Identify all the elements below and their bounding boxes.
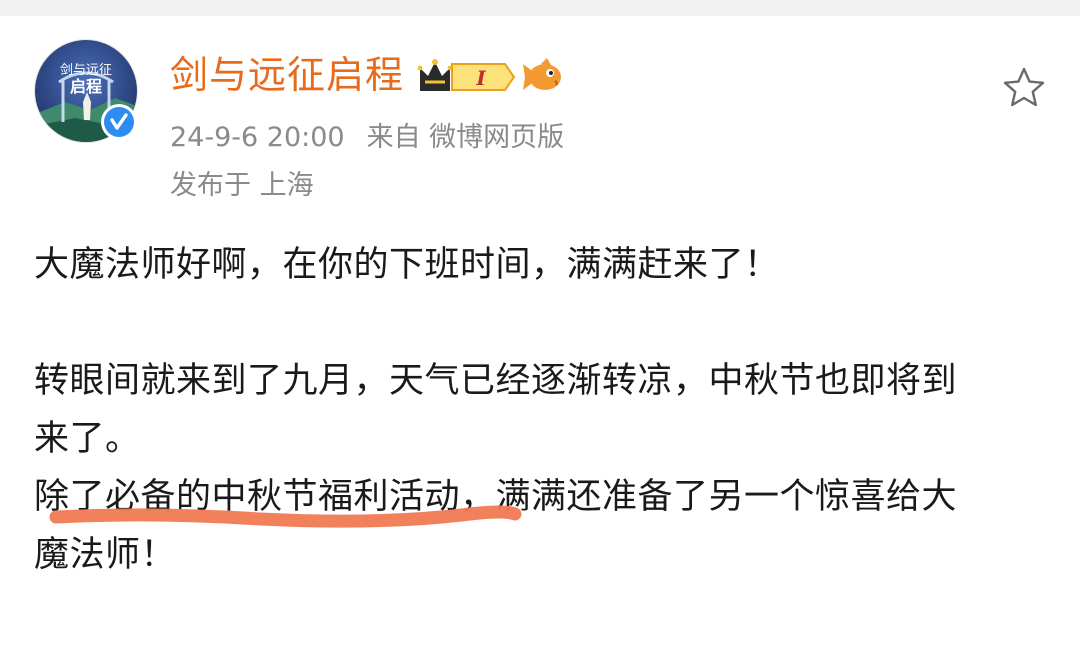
- user-badges: I: [417, 56, 567, 96]
- level-number: I: [475, 66, 486, 90]
- post-meta: 24-9-6 20:00 来自 微博网页版: [170, 120, 564, 156]
- verified-check-icon: [101, 104, 137, 140]
- crown-icon: [417, 59, 453, 91]
- post-date[interactable]: 24-9-6 20:00: [170, 122, 345, 153]
- post-source: 来自 微博网页版: [366, 122, 565, 153]
- star-outline-icon[interactable]: [1002, 66, 1046, 110]
- post-content: 大魔法师好啊，在你的下班时间，满满赶来了！ 转眼间就来到了九月，天气已经逐渐转凉…: [34, 236, 1054, 584]
- top-strip: [0, 0, 1080, 16]
- username[interactable]: 剑与远征启程: [170, 50, 404, 100]
- post-location: 发布于 上海: [170, 170, 314, 201]
- content-line: 大魔法师好啊，在你的下班时间，满满赶来了！: [34, 245, 780, 285]
- content-line: 除了必备的中秋节福利活动，满满还准备了另一个惊喜给大: [34, 477, 958, 517]
- content-line: 转眼间就来到了九月，天气已经逐渐转凉，中秋节也即将到: [34, 361, 958, 401]
- content-line: 魔法师！: [34, 535, 177, 575]
- avatar-text-top: 剑与远征: [60, 62, 112, 78]
- level-badge[interactable]: I: [451, 63, 516, 91]
- content-line: 来了。: [34, 419, 141, 459]
- fish-emoji-icon: [523, 58, 561, 90]
- avatar-text-bottom: 启程: [70, 77, 102, 96]
